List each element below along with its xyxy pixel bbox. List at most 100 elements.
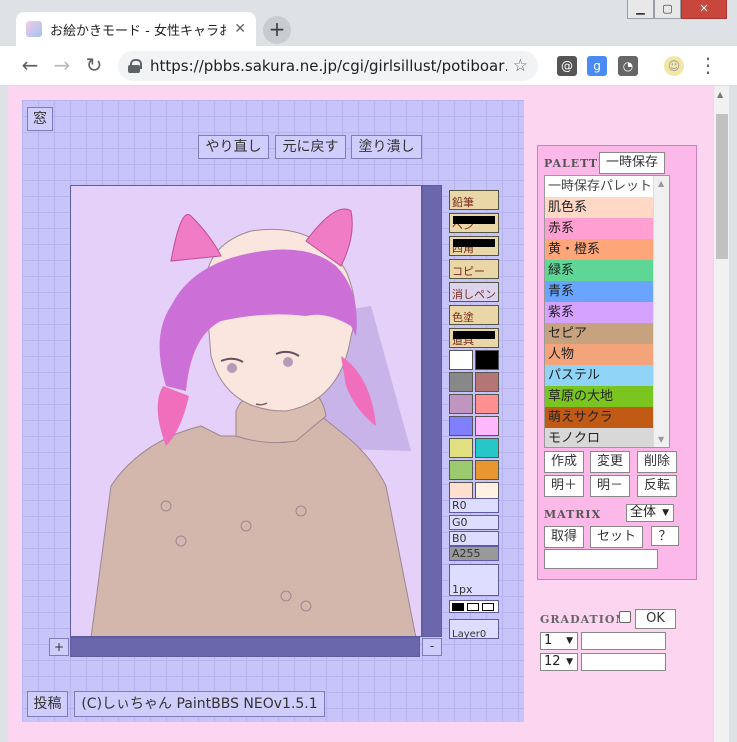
tool-copy[interactable]: コピー	[449, 259, 499, 279]
credit-link[interactable]: (C)しぃちゃん PaintBBS NEOv1.5.1	[74, 691, 325, 717]
fill-button[interactable]: 塗り潰し	[351, 135, 422, 159]
palette-item[interactable]: 一時保存パレット	[545, 176, 669, 197]
temp-save-button[interactable]: 一時保存	[599, 152, 665, 174]
lock-icon	[128, 59, 142, 73]
palette-item[interactable]: 人物	[545, 344, 669, 365]
shape-outline-icon[interactable]	[467, 603, 479, 611]
palette-item[interactable]: 肌色系	[545, 197, 669, 218]
brightness-minus-button[interactable]: 明－	[590, 475, 630, 497]
color-swatch[interactable]	[475, 350, 499, 370]
zoom-out-button[interactable]: -	[422, 638, 442, 656]
extension-icon-1[interactable]: @	[557, 56, 577, 76]
forward-arrow-icon[interactable]: →	[50, 54, 74, 78]
reload-icon[interactable]: ↻	[82, 54, 106, 78]
brush-shape-selector[interactable]	[449, 600, 499, 613]
color-swatch[interactable]	[449, 460, 473, 480]
tool-color-fill[interactable]: 色塗	[449, 305, 499, 325]
url-text: https://pbbs.sakura.ne.jp/cgi/girlsillus…	[150, 57, 507, 75]
extension-icon-3[interactable]: ◔	[618, 56, 638, 76]
layer-selector[interactable]: Layer0	[449, 619, 499, 640]
back-arrow-icon[interactable]: ←	[18, 54, 42, 78]
scroll-up-icon[interactable]: ▲	[658, 179, 664, 188]
gradation-start-select[interactable]: 1 ▼	[540, 632, 578, 650]
shape-outline-icon[interactable]	[482, 603, 494, 611]
minimize-icon[interactable]: ▁	[627, 0, 654, 19]
window-toggle-button[interactable]: 窓	[27, 107, 53, 131]
tool-misc[interactable]: 道具	[449, 328, 499, 348]
matrix-textarea[interactable]	[544, 549, 658, 569]
delete-palette-button[interactable]: 削除	[637, 451, 677, 473]
canvas-horizontal-scrollbar[interactable]	[70, 637, 420, 657]
address-bar[interactable]: https://pbbs.sakura.ne.jp/cgi/girlsillus…	[118, 51, 538, 81]
matrix-get-button[interactable]: 取得	[544, 526, 584, 548]
palette-item[interactable]: 青系	[545, 281, 669, 302]
change-palette-button[interactable]: 変更	[590, 451, 630, 473]
bookmark-star-icon[interactable]: ☆	[513, 56, 528, 76]
color-swatch[interactable]	[475, 394, 499, 414]
close-tab-icon[interactable]: ✕	[234, 21, 246, 37]
tool-label: 色塗	[452, 311, 474, 324]
extension-icon-2[interactable]: g	[587, 56, 607, 76]
shape-square-icon[interactable]	[452, 603, 464, 611]
tool-pencil[interactable]: 鉛筆	[449, 190, 499, 210]
canvas-vertical-scrollbar[interactable]	[422, 185, 442, 637]
matrix-scope-select[interactable]: 全体 ▼	[626, 504, 674, 522]
scroll-down-icon[interactable]: ▼	[658, 435, 664, 444]
new-tab-button[interactable]: +	[263, 16, 291, 44]
gradation-checkbox[interactable]	[619, 611, 631, 623]
color-swatch[interactable]	[475, 460, 499, 480]
palette-list-scrollbar[interactable]: ▲ ▼	[653, 176, 669, 447]
tool-pen[interactable]: ペン	[449, 213, 499, 233]
brightness-plus-button[interactable]: 明＋	[544, 475, 584, 497]
color-swatch[interactable]	[449, 372, 473, 392]
zoom-in-button[interactable]: +	[49, 638, 69, 656]
color-swatch[interactable]	[449, 416, 473, 436]
color-swatch[interactable]	[449, 394, 473, 414]
gradation-end-value: 12	[544, 654, 561, 669]
blue-value[interactable]: B0	[449, 531, 499, 546]
scroll-up-icon[interactable]: ▲	[717, 90, 723, 99]
post-button[interactable]: 投稿	[27, 691, 68, 717]
color-swatch[interactable]	[475, 416, 499, 436]
maximize-icon[interactable]: ▢	[654, 0, 681, 19]
tool-eraser[interactable]: 消しペン	[449, 282, 499, 302]
redo-button[interactable]: やり直し	[198, 135, 269, 159]
color-swatch[interactable]	[475, 438, 499, 458]
color-swatch[interactable]	[475, 372, 499, 392]
menu-kebab-icon[interactable]: ⋮	[696, 54, 720, 78]
gradation-end-input[interactable]	[581, 653, 666, 671]
red-value[interactable]: R0	[449, 498, 499, 513]
palette-list[interactable]: 一時保存パレット 肌色系 赤系 黄・橙系 緑系 青系 紫系 セピア 人物 パステル 草原の大地 萌えサ…	[544, 175, 670, 448]
palette-item[interactable]: 黄・橙系	[545, 239, 669, 260]
page-scrollbar[interactable]: ▲	[713, 86, 729, 742]
create-palette-button[interactable]: 作成	[544, 451, 584, 473]
palette-item[interactable]: モノクロ	[545, 428, 669, 447]
tool-label: 鉛筆	[452, 196, 474, 209]
palette-item[interactable]: 赤系	[545, 218, 669, 239]
tool-rectangle[interactable]: 四角	[449, 236, 499, 256]
color-swatch[interactable]	[449, 438, 473, 458]
brush-size[interactable]: 1px	[449, 564, 499, 596]
alpha-value[interactable]: A255	[449, 546, 499, 561]
gradation-ok-button[interactable]: OK	[635, 609, 676, 629]
gradation-start-input[interactable]	[581, 632, 666, 650]
color-swatch[interactable]	[449, 350, 473, 370]
matrix-set-button[interactable]: セット	[590, 526, 643, 548]
undo-button[interactable]: 元に戻す	[275, 135, 346, 159]
invert-button[interactable]: 反転	[637, 475, 677, 497]
drawing-canvas[interactable]	[70, 185, 422, 637]
gradation-end-select[interactable]: 12 ▼	[540, 653, 578, 671]
palette-item[interactable]: 萌えサクラ	[545, 407, 669, 428]
tool-swatch	[453, 331, 495, 339]
browser-tab[interactable]: お絵かきモード - 女性キャラお絵かき掲示板 ✕	[16, 12, 256, 46]
palette-item[interactable]: パステル	[545, 365, 669, 386]
profile-avatar-icon[interactable]: ☺	[664, 56, 684, 76]
palette-item[interactable]: 紫系	[545, 302, 669, 323]
palette-item[interactable]: 草原の大地	[545, 386, 669, 407]
scrollbar-thumb[interactable]	[716, 114, 728, 259]
palette-item[interactable]: セピア	[545, 323, 669, 344]
matrix-help-button[interactable]: ？	[651, 526, 679, 546]
window-close-icon[interactable]: ✕	[681, 0, 727, 19]
palette-item[interactable]: 緑系	[545, 260, 669, 281]
green-value[interactable]: G0	[449, 515, 499, 530]
